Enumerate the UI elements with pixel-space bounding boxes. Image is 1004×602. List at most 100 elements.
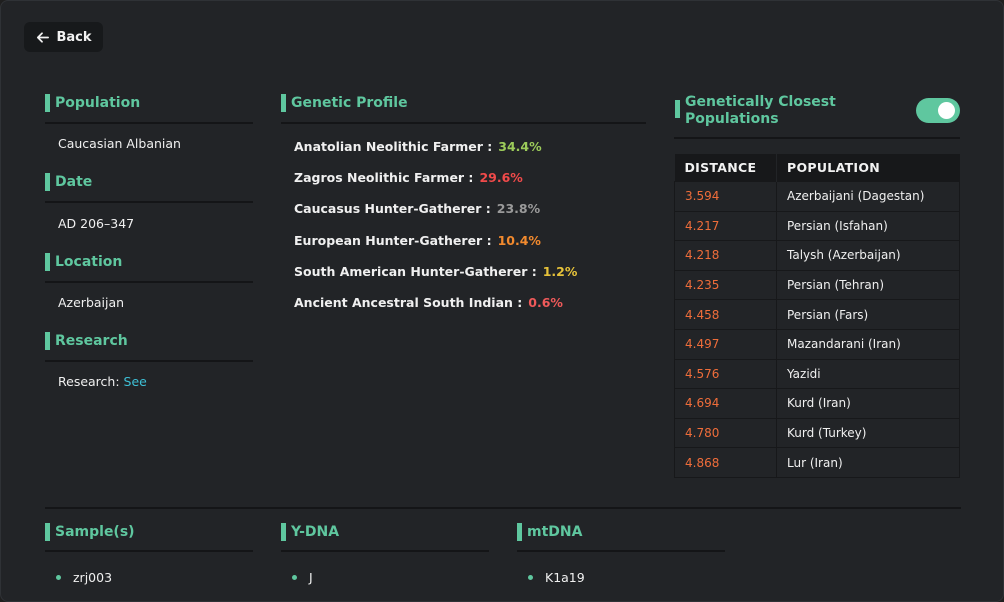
section-accent-bar (281, 94, 286, 112)
back-label: Back (56, 29, 92, 45)
genetic-profile-header: Genetic Profile (281, 94, 408, 112)
mtdna-title: mtDNA (527, 524, 583, 540)
population-cell: Azerbaijani (Dagestan) (776, 181, 960, 212)
research-row: Research: See (58, 374, 147, 389)
divider (45, 360, 253, 362)
table-row: 4.235 Persian (Tehran) (674, 269, 960, 301)
toggle-knob (938, 102, 955, 119)
ancestry-percent: 29.6% (479, 170, 523, 185)
section-accent-bar (517, 523, 522, 541)
distance-cell: 4.694 (674, 388, 777, 419)
genetic-profile-item: Caucasus Hunter-Gatherer : 23.8% (294, 201, 540, 216)
distance-cell: 4.576 (674, 358, 777, 390)
divider (281, 550, 489, 552)
population-cell: Lur (Iran) (776, 447, 960, 478)
genetic-profile-item: European Hunter-Gatherer : 10.4% (294, 233, 541, 248)
divider (517, 550, 725, 552)
ancestry-label: Anatolian Neolithic Farmer : (294, 139, 493, 154)
closest-populations-title: Genetically Closest Populations (685, 94, 836, 127)
research-header: Research (45, 332, 128, 350)
section-accent-bar (675, 100, 680, 118)
genetic-profile-item: Ancient Ancestral South Indian : 0.6% (294, 295, 563, 310)
table-row: 4.868 Lur (Iran) (674, 447, 960, 478)
distance-cell: 4.235 (674, 269, 777, 301)
distance-cell: 4.868 (674, 447, 777, 478)
section-accent-bar (281, 523, 286, 541)
table-row: 4.694 Kurd (Iran) (674, 388, 960, 419)
table-row: 4.497 Mazandarani (Iran) (674, 328, 960, 360)
date-header: Date (45, 173, 92, 191)
distance-cell: 4.780 (674, 417, 777, 449)
ydna-haplogroup: J (309, 570, 313, 585)
distance-header: DISTANCE (674, 154, 777, 182)
population-header-cell: POPULATION (776, 154, 960, 182)
table-row: 4.458 Persian (Fars) (674, 299, 960, 330)
population-title: Population (55, 95, 141, 111)
ancestry-label: Zagros Neolithic Farmer : (294, 170, 474, 185)
mtdna-header: mtDNA (517, 523, 582, 541)
samples-header: Sample(s) (45, 523, 135, 541)
divider (45, 122, 253, 124)
ancestry-label: South American Hunter-Gatherer : (294, 264, 537, 279)
closest-toggle[interactable] (916, 98, 960, 123)
location-header: Location (45, 253, 122, 271)
population-value: Caucasian Albanian (58, 136, 181, 151)
ancestry-percent: 0.6% (528, 295, 563, 310)
ancestry-percent: 1.2% (542, 264, 578, 279)
genetic-profile-title: Genetic Profile (291, 95, 408, 111)
bullet-dot (528, 575, 533, 580)
table-row: 4.218 Talysh (Azerbaijan) (674, 240, 960, 271)
date-value: AD 206–347 (58, 216, 135, 231)
ancestry-percent: 23.8% (496, 201, 541, 216)
ancestry-percent: 10.4% (497, 233, 541, 248)
research-see-link[interactable]: See (124, 374, 147, 389)
mtdna-haplogroup: K1a19 (545, 570, 585, 585)
arrow-left-icon (37, 31, 50, 43)
distance-cell: 4.217 (674, 210, 777, 242)
ydna-title: Y-DNA (291, 524, 340, 540)
ancestry-label: Caucasus Hunter-Gatherer : (294, 201, 491, 216)
population-cell: Kurd (Turkey) (776, 417, 960, 449)
main-panel: Back Population Caucasian Albanian Date … (0, 0, 1004, 602)
date-title: Date (55, 174, 93, 190)
research-title: Research (55, 333, 128, 349)
distance-cell: 3.594 (674, 181, 777, 212)
ydna-header: Y-DNA (281, 523, 339, 541)
divider (45, 201, 253, 203)
divider (45, 281, 253, 283)
population-cell: Persian (Tehran) (776, 269, 960, 301)
table-row: 3.594 Azerbaijani (Dagestan) (674, 181, 960, 212)
genetic-profile-item: South American Hunter-Gatherer : 1.2% (294, 264, 577, 279)
population-cell: Persian (Isfahan) (776, 210, 960, 242)
population-header: Population (45, 94, 140, 112)
divider (45, 550, 253, 552)
population-cell: Kurd (Iran) (776, 388, 960, 419)
divider (281, 122, 646, 124)
back-button[interactable]: Back (24, 22, 103, 52)
samples-title: Sample(s) (55, 524, 135, 540)
distance-table: DISTANCE POPULATION 3.594 Azerbaijani (Da… (674, 154, 960, 478)
genetic-profile-item: Zagros Neolithic Farmer : 29.6% (294, 170, 523, 185)
ancestry-label: Ancient Ancestral South Indian : (294, 295, 523, 310)
location-title: Location (55, 254, 123, 270)
section-divider (45, 507, 961, 509)
table-header-row: DISTANCE POPULATION (674, 154, 960, 182)
location-value: Azerbaijan (58, 295, 125, 310)
section-accent-bar (45, 173, 50, 191)
section-accent-bar (45, 332, 50, 350)
divider (674, 137, 960, 139)
table-row: 4.217 Persian (Isfahan) (674, 210, 960, 242)
bullet-dot (56, 575, 61, 580)
ancestry-label: European Hunter-Gatherer : (294, 233, 492, 248)
list-item: J (292, 570, 313, 585)
bullet-dot (292, 575, 297, 580)
table-row: 4.576 Yazidi (674, 358, 960, 390)
list-item: zrj003 (56, 570, 112, 585)
research-prefix: Research: (58, 374, 120, 389)
section-accent-bar (45, 253, 50, 271)
distance-cell: 4.458 (674, 299, 777, 330)
distance-cell: 4.218 (674, 240, 777, 271)
population-cell: Yazidi (776, 358, 960, 390)
table-row: 4.780 Kurd (Turkey) (674, 417, 960, 449)
section-accent-bar (45, 94, 50, 112)
